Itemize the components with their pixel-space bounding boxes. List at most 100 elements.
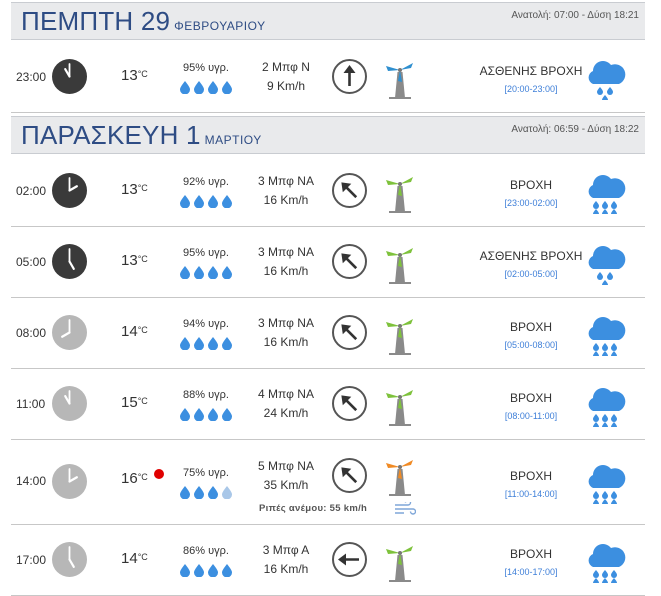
alert-dot-icon xyxy=(154,469,164,479)
temperature-unit: °C xyxy=(137,325,148,335)
humidity: 86% υγρ. xyxy=(183,545,229,557)
wind-direction-icon xyxy=(331,172,368,209)
wind-speed: 16 Km/h xyxy=(263,335,309,349)
sunrise-sunset: Ανατολή: 06:59 - Δύση 18:22 xyxy=(511,124,639,135)
rain-cloud-icon xyxy=(583,539,627,586)
humidity-drop-icon xyxy=(179,407,235,422)
wind-turbine-icon xyxy=(383,240,417,284)
wind-beaufort: 3 Μπφ ΝΑ xyxy=(258,245,314,259)
wind-turbine-icon xyxy=(383,538,417,582)
temperature: 13°C xyxy=(121,181,148,198)
day-title: ΠΕΜΠΤΗ 29 ΦΕΒΡΟΥΑΡΙΟΥ xyxy=(21,6,266,36)
humidity: 92% υγρ. xyxy=(183,176,229,188)
temperature: 13°C xyxy=(121,67,148,84)
wind-speed: 35 Km/h xyxy=(263,478,309,492)
temperature-unit: °C xyxy=(137,254,148,264)
clock-icon xyxy=(51,314,88,351)
forecast-row: 17:00 14°C 86% υγρ. 3 Μπφ Α 16 Km/h ΒΡΟΧ… xyxy=(11,525,645,596)
humidity-drop-icon xyxy=(179,485,235,500)
forecast-time: 14:00 xyxy=(16,474,47,488)
day-month: ΦΕΒΡΟΥΑΡΙΟΥ xyxy=(174,19,266,33)
humidity-drop-icon xyxy=(179,265,235,280)
forecast-time: 05:00 xyxy=(16,255,47,269)
forecast-row: 14:00 16°C 75% υγρ. 5 Μπφ ΝΑ 35 Km/h Ριπ… xyxy=(11,440,645,525)
temperature: 16°C xyxy=(121,470,148,487)
wind-beaufort: 3 Μπφ Α xyxy=(262,543,310,557)
wind-turbine-icon xyxy=(383,382,417,426)
wind-info: 4 Μπφ ΝΑ 24 Km/h xyxy=(241,385,331,423)
wind-turbine-icon xyxy=(383,169,417,213)
clock-icon xyxy=(51,172,88,209)
day-header-friday: ΠΑΡΑΣΚΕΥΗ 1 ΜΑΡΤΙΟΥ Ανατολή: 06:59 - Δύση… xyxy=(11,116,645,154)
temperature-value: 15 xyxy=(121,394,138,411)
wind-direction-icon xyxy=(331,385,368,422)
wind-direction-icon xyxy=(331,457,368,494)
humidity: 88% υγρ. xyxy=(183,389,229,401)
temperature-value: 14 xyxy=(121,323,138,340)
wind-direction-icon xyxy=(331,243,368,280)
wind-speed: 16 Km/h xyxy=(263,264,309,278)
rain-cloud-icon xyxy=(583,383,627,430)
temperature-value: 13 xyxy=(121,181,138,198)
clock-icon xyxy=(51,385,88,422)
day-header-thursday: ΠΕΜΠΤΗ 29 ΦΕΒΡΟΥΑΡΙΟΥ Ανατολή: 07:00 - Δύ… xyxy=(11,2,645,40)
day-title: ΠΑΡΑΣΚΕΥΗ 1 ΜΑΡΤΙΟΥ xyxy=(21,120,262,150)
humidity: 95% υγρ. xyxy=(183,62,229,74)
temperature-unit: °C xyxy=(137,396,148,406)
wind-direction-icon xyxy=(331,314,368,351)
forecast-time: 17:00 xyxy=(16,553,47,567)
forecast-time: 11:00 xyxy=(16,397,46,411)
wind-turbine-icon xyxy=(383,311,417,355)
humidity-drop-icon xyxy=(179,336,235,351)
temperature-value: 13 xyxy=(121,67,138,84)
temperature-value: 13 xyxy=(121,252,138,269)
temperature: 13°C xyxy=(121,252,148,269)
forecast-row: 08:00 14°C 94% υγρ. 3 Μπφ ΝΑ 16 Km/h ΒΡΟ… xyxy=(11,298,645,369)
forecast-row: 11:00 15°C 88% υγρ. 4 Μπφ ΝΑ 24 Km/h ΒΡΟ… xyxy=(11,369,645,440)
rain-cloud-icon xyxy=(583,312,627,359)
wind-speed: 24 Km/h xyxy=(263,406,309,420)
forecast-row: 05:00 13°C 95% υγρ. 3 Μπφ ΝΑ 16 Km/h ΑΣΘ… xyxy=(11,227,645,298)
wind-info: 3 Μπφ ΝΑ 16 Km/h xyxy=(241,243,331,281)
wind-info: 5 Μπφ ΝΑ 35 Km/h xyxy=(241,457,331,495)
wind-beaufort: 3 Μπφ ΝΑ xyxy=(258,316,314,330)
wind-speed: 16 Km/h xyxy=(263,562,309,576)
humidity-drop-icon xyxy=(179,563,235,578)
humidity: 75% υγρ. xyxy=(183,467,229,479)
forecast-row: 02:00 13°C 92% υγρ. 3 Μπφ ΝΑ 16 Km/h ΒΡΟ… xyxy=(11,156,645,227)
temperature-unit: °C xyxy=(137,472,148,482)
forecast-row: 23:00 13°C 95% υγρ. 2 Μπφ Ν 9 Km/h ΑΣΘΕΝ… xyxy=(11,42,645,113)
wind-beaufort: 3 Μπφ ΝΑ xyxy=(258,174,314,188)
temperature: 14°C xyxy=(121,323,148,340)
forecast-time: 08:00 xyxy=(16,326,47,340)
wind-beaufort: 4 Μπφ ΝΑ xyxy=(258,387,314,401)
wind-beaufort: 2 Μπφ Ν xyxy=(262,60,310,74)
temperature-unit: °C xyxy=(137,183,148,193)
clock-icon xyxy=(51,58,88,95)
wind-turbine-icon xyxy=(383,452,417,496)
humidity-drop-icon xyxy=(179,194,235,209)
clock-icon xyxy=(51,541,88,578)
temperature-value: 14 xyxy=(121,550,138,567)
rain-cloud-icon xyxy=(583,241,627,288)
humidity: 95% υγρ. xyxy=(183,247,229,259)
forecast-time: 02:00 xyxy=(16,184,47,198)
temperature: 15°C xyxy=(121,394,148,411)
day-month: ΜΑΡΤΙΟΥ xyxy=(204,133,262,147)
forecast-time: 23:00 xyxy=(16,70,47,84)
rain-cloud-icon xyxy=(583,56,627,103)
wind-speed: 16 Km/h xyxy=(263,193,309,207)
temperature-value: 16 xyxy=(121,470,138,487)
wind-beaufort: 5 Μπφ ΝΑ xyxy=(258,459,314,473)
rain-cloud-icon xyxy=(583,170,627,217)
wind-info: 2 Μπφ Ν 9 Km/h xyxy=(241,58,331,96)
temperature-unit: °C xyxy=(137,552,148,562)
wind-direction-icon xyxy=(331,58,368,95)
clock-icon xyxy=(51,463,88,500)
wind-speed: 9 Km/h xyxy=(266,79,305,93)
wind-info: 3 Μπφ ΝΑ 16 Km/h xyxy=(241,314,331,352)
gust-wind-icon xyxy=(394,499,417,516)
rain-cloud-icon xyxy=(583,460,627,507)
wind-turbine-icon xyxy=(383,55,417,99)
humidity-drop-icon xyxy=(179,80,235,95)
